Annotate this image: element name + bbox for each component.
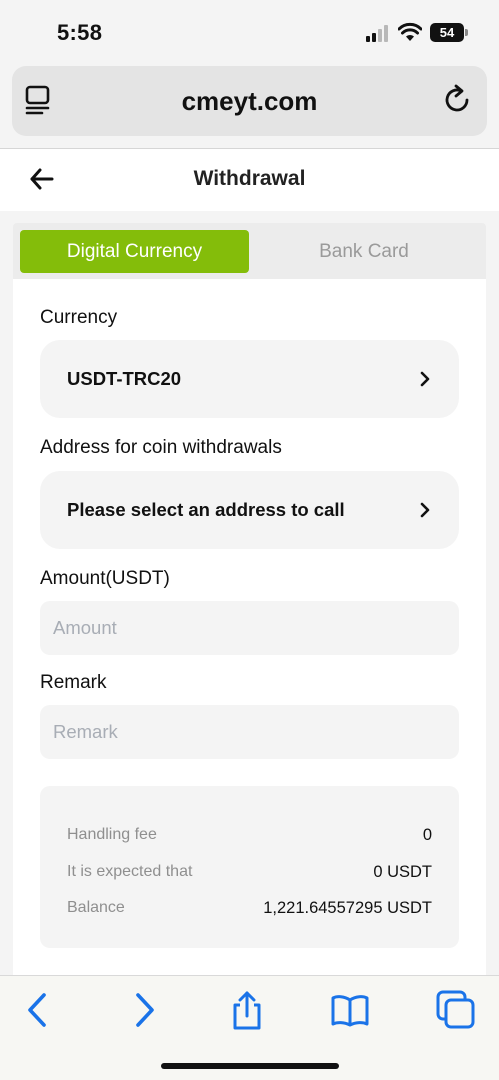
nav-header: Withdrawal	[0, 149, 499, 211]
currency-select[interactable]: USDT-TRC20	[40, 340, 459, 418]
share-icon[interactable]	[227, 990, 267, 1030]
tab-digital-currency[interactable]: Digital Currency	[20, 230, 249, 273]
expected-value: 0 USDT	[373, 863, 432, 881]
withdrawal-form: Currency USDT-TRC20 Address for coin wit…	[13, 279, 486, 975]
page-title: Withdrawal	[193, 167, 306, 190]
balance-value: 1,221.64557295 USDT	[263, 899, 432, 917]
remark-input[interactable]	[40, 705, 459, 759]
forward-icon[interactable]	[124, 990, 164, 1030]
fee-row: Handling fee 0	[67, 826, 432, 850]
amount-label: Amount(USDT)	[40, 568, 170, 589]
battery-tip	[465, 29, 468, 36]
url-bar[interactable]: cmeyt.com	[12, 66, 487, 136]
currency-value: USDT-TRC20	[67, 368, 182, 389]
status-time: 5:58	[57, 20, 103, 45]
back-icon[interactable]	[18, 990, 58, 1030]
tabs-overview-icon[interactable]	[436, 990, 476, 1030]
fee-label: Handling fee	[67, 826, 157, 843]
reload-icon[interactable]	[443, 84, 473, 116]
address-value: Please select an address to call	[67, 499, 345, 520]
url-text[interactable]: cmeyt.com	[12, 86, 487, 117]
balance-label: Balance	[67, 899, 125, 916]
expected-label: It is expected that	[67, 863, 193, 880]
chevron-right-icon	[420, 371, 430, 387]
expected-row: It is expected that 0 USDT	[67, 863, 432, 887]
wifi-icon	[398, 22, 422, 41]
balance-row: Balance 1,221.64557295 USDT	[67, 899, 432, 923]
battery-icon: 54	[430, 23, 464, 42]
withdrawal-page: Withdrawal Digital Currency Bank Card Cu…	[0, 149, 499, 975]
address-select[interactable]: Please select an address to call	[40, 471, 459, 549]
fee-value: 0	[422, 826, 432, 844]
currency-label: Currency	[40, 307, 118, 328]
bookmarks-icon[interactable]	[330, 990, 370, 1030]
remark-label: Remark	[40, 672, 107, 693]
tab-bank-card[interactable]: Bank Card	[249, 230, 479, 273]
cellular-signal-icon	[366, 24, 390, 42]
summary-box: Handling fee 0 It is expected that 0 USD…	[40, 786, 459, 948]
home-indicator	[161, 1063, 339, 1069]
tab-strip: Digital Currency Bank Card	[13, 223, 486, 279]
amount-input[interactable]	[40, 601, 459, 655]
chevron-right-icon	[420, 502, 430, 518]
address-label: Address for coin withdrawals	[40, 437, 282, 458]
status-bar: 5:58 54	[0, 0, 499, 66]
